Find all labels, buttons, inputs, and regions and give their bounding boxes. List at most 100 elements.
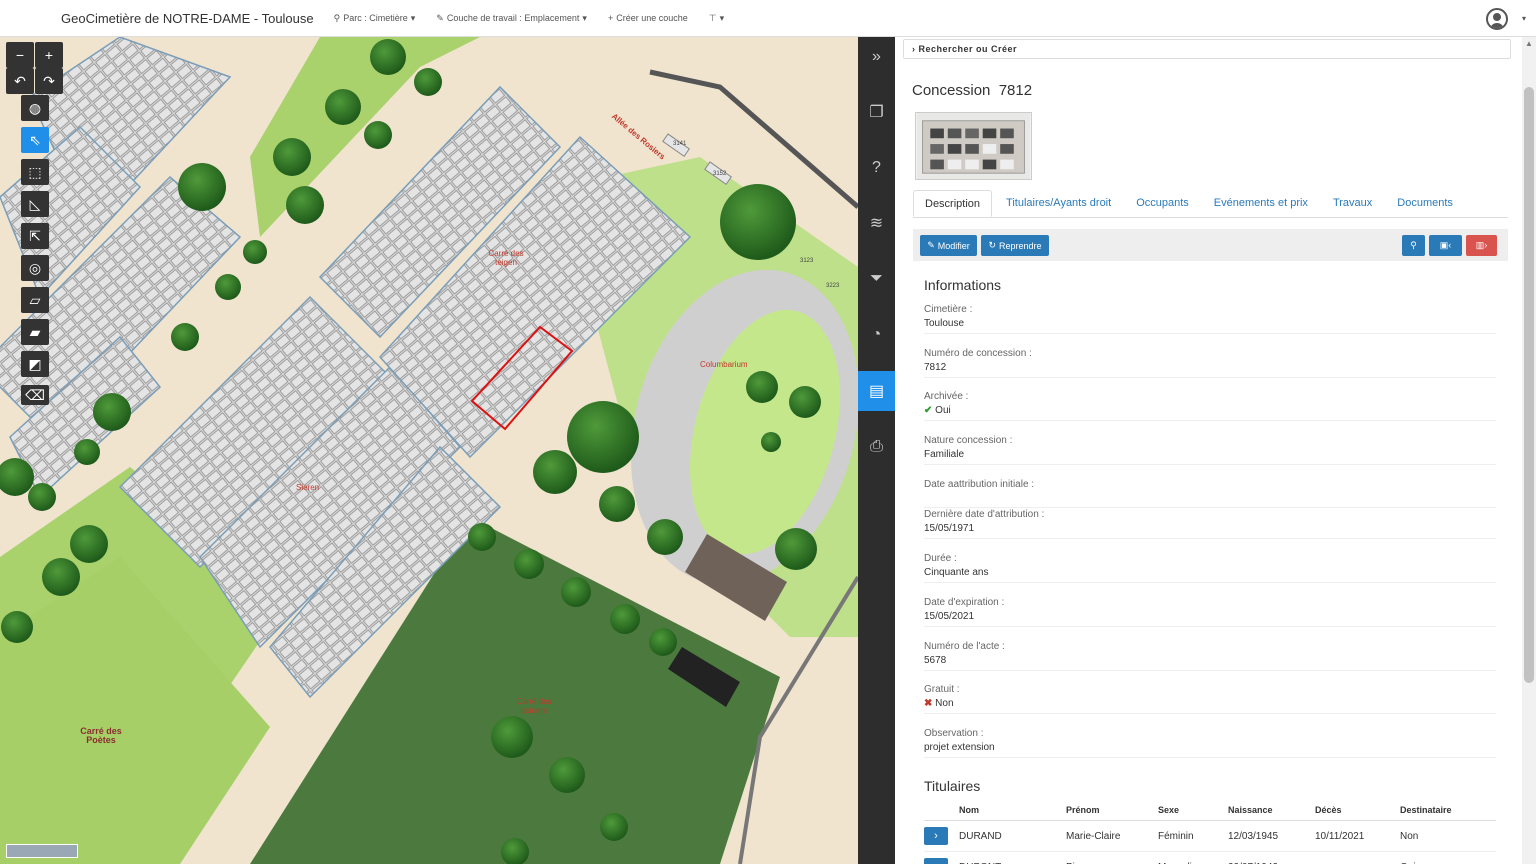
table-row[interactable]: › DUPONT Pierre Masculin 22/07/1942 Oui: [924, 851, 1496, 864]
detail-panel: › Rechercher ou Créer Concession 7812 De…: [895, 37, 1522, 864]
tab-documents[interactable]: Documents: [1386, 190, 1464, 217]
details-button[interactable]: ▤: [858, 371, 895, 411]
delete-menu-button[interactable]: ▥›: [1466, 235, 1497, 256]
refresh-icon: ↻: [988, 240, 996, 250]
action-bar: ✎ Modifier ↻ Reprendre ⚲ ▣‹ ▥›: [913, 229, 1508, 261]
table-cell: 22/07/1942: [1228, 851, 1315, 864]
locate-button[interactable]: ⚲: [1402, 235, 1425, 256]
zoom-out-button[interactable]: −: [6, 42, 34, 68]
cursor-click-icon: ⇖: [29, 131, 41, 148]
select-box-button[interactable]: ⬚: [21, 159, 49, 185]
table-cell: Masculin: [1158, 851, 1228, 864]
tab-evenements[interactable]: Evénements et prix: [1203, 190, 1319, 217]
select-radius-button[interactable]: ◎: [21, 255, 49, 281]
table-header: Décès: [1315, 803, 1400, 821]
field-observation: Observation : projet extension: [924, 728, 1496, 758]
scrollbar-thumb[interactable]: [1524, 87, 1534, 683]
map-view[interactable]: Allée des Rosiers Carré des teigen Colum…: [0, 37, 858, 864]
layers-button[interactable]: ≋: [858, 203, 895, 243]
pencil-icon: ✎: [927, 240, 935, 250]
field-value: Oui: [935, 405, 951, 416]
save-menu-button[interactable]: ▣‹: [1429, 235, 1462, 256]
field-label: Date aattribution initiale :: [924, 479, 1035, 490]
ruler-icon: ▱: [29, 291, 41, 308]
map-label-sieren: Sieren: [296, 483, 320, 492]
save-icon: ▣‹: [1439, 240, 1452, 250]
scroll-up-arrow-icon[interactable]: ▲: [1525, 39, 1533, 48]
table-cell: 12/03/1945: [1228, 820, 1315, 852]
table-header: Sexe: [1158, 803, 1228, 821]
user-avatar-icon[interactable]: [1486, 8, 1508, 30]
expand-panel-button[interactable]: »: [858, 37, 895, 77]
reprendre-button[interactable]: ↻ Reprendre: [981, 235, 1049, 256]
field-derniere-date-attribution: Dernière date d'attribution : 15/05/1971: [924, 509, 1496, 539]
field-label: Durée :: [924, 553, 957, 564]
erase-button[interactable]: ⌫: [21, 385, 49, 405]
table-header: Naissance: [1228, 803, 1315, 821]
question-circle-icon: ?: [872, 159, 881, 176]
print-button[interactable]: ⎙: [858, 427, 895, 467]
tab-travaux[interactable]: Travaux: [1322, 190, 1383, 217]
filter-button[interactable]: ⏷: [858, 259, 895, 299]
nav-couche-travail[interactable]: ✎ Couche de travail : Emplacement ▾: [436, 13, 587, 24]
field-value: Cinquante ans: [924, 567, 989, 578]
globe-button[interactable]: ◍: [21, 95, 49, 121]
map-label-carre-teigen: Carré des teigen: [488, 249, 524, 267]
field-cimetiere: Cimetière : Toulouse: [924, 304, 1496, 334]
chart-button[interactable]: ◔: [858, 315, 895, 355]
field-label: Date d'expiration :: [924, 597, 1005, 608]
table-header: Nom: [959, 803, 1066, 821]
measure-line-button[interactable]: ▱: [21, 287, 49, 313]
map-marker-icon: ⚲: [1410, 240, 1417, 250]
concession-title: Concession 7812: [912, 82, 1033, 99]
nav-pin[interactable]: ⊤ ▾: [709, 13, 724, 24]
cursor-circle-icon: ◎: [28, 259, 42, 276]
field-value: 5678: [924, 655, 947, 666]
map-label-carre-lauriers: Carré des lauriers: [516, 697, 552, 715]
document-icon: ▤: [868, 383, 885, 400]
double-chevron-right-icon: »: [872, 48, 881, 65]
measure-angle-button[interactable]: ◩: [21, 351, 49, 377]
field-date-expiration: Date d'expiration : 15/05/2021: [924, 597, 1496, 627]
measure-area-button[interactable]: ▰: [21, 319, 49, 345]
select-tool-button[interactable]: ⇖: [21, 127, 49, 153]
table-cell: Oui: [1400, 851, 1496, 864]
undo-button[interactable]: ↶: [6, 68, 34, 94]
user-menu-caret-icon[interactable]: ▾: [1522, 14, 1526, 23]
nav-parc[interactable]: ⚲ Parc : Cimetière ▾: [334, 13, 416, 24]
table-cell: Féminin: [1158, 820, 1228, 852]
nav-creer-couche[interactable]: + Créer une couche: [608, 13, 688, 24]
caret-down-icon: ▾: [410, 12, 416, 23]
tab-description[interactable]: Description: [913, 190, 993, 217]
tab-occupants[interactable]: Occupants: [1125, 190, 1200, 217]
zoom-in-button[interactable]: +: [35, 42, 63, 68]
redo-button[interactable]: ↷: [35, 68, 63, 94]
field-value: Familiale: [924, 449, 965, 460]
ruler-area-icon: ▰: [29, 323, 41, 340]
row-expand-cell: ›: [924, 851, 959, 864]
panel-scrollbar[interactable]: ▲: [1522, 37, 1536, 864]
plot-code: 3123: [800, 258, 814, 264]
map-canvas[interactable]: [0, 37, 858, 864]
select-polygon-button[interactable]: ◺: [21, 191, 49, 217]
table-header: Destinataire: [1400, 803, 1496, 821]
windows-button[interactable]: ❐: [858, 92, 895, 132]
app-title[interactable]: GeoCimetière de NOTRE-DAME - Toulouse: [61, 11, 314, 26]
nav-parc-label: Parc : Cimetière: [343, 13, 408, 23]
table-row[interactable]: › DURAND Marie-Claire Féminin 12/03/1945…: [924, 820, 1496, 852]
tab-titulaires[interactable]: Titulaires/Ayants droit: [995, 190, 1122, 217]
row-expand-button[interactable]: ›: [924, 858, 948, 864]
concession-photo[interactable]: [915, 112, 1032, 180]
select-lasso-button[interactable]: ⇱: [21, 223, 49, 249]
table-cell: DUPONT: [959, 851, 1066, 864]
field-value: projet extension: [924, 742, 995, 753]
titulaires-heading: Titulaires: [924, 778, 981, 794]
row-expand-button[interactable]: ›: [924, 827, 948, 845]
layers-icon: ≋: [869, 215, 884, 232]
map-marker-icon: ⚲: [333, 12, 341, 23]
map-label-columbarium: Columbarium: [700, 360, 748, 369]
help-button[interactable]: ?: [858, 148, 895, 188]
search-or-create-toggle[interactable]: › Rechercher ou Créer: [903, 39, 1511, 59]
modifier-button[interactable]: ✎ Modifier: [920, 235, 977, 256]
nav-couche-travail-label: Couche de travail : Emplacement: [446, 13, 580, 23]
